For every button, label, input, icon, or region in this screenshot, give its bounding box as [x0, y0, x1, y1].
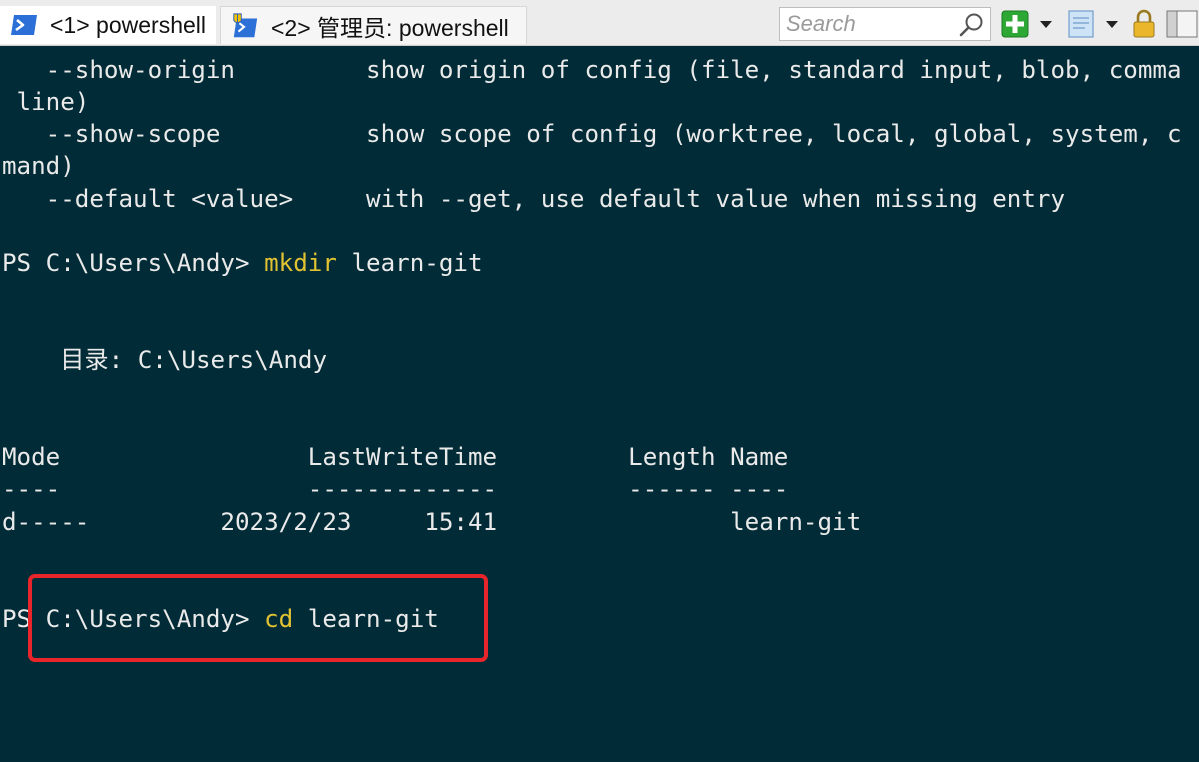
command-args: learn-git: [336, 249, 483, 277]
console-line: line): [2, 88, 90, 116]
powershell-icon: [10, 12, 38, 38]
console-line: --default <value> with --get, use defaul…: [2, 185, 1066, 213]
command-name: mkdir: [264, 249, 337, 277]
search-input[interactable]: [786, 11, 956, 37]
admin-shield-icon: [231, 12, 259, 39]
table-header: Mode LastWriteTime Length Name: [2, 443, 789, 471]
search-box[interactable]: [779, 7, 991, 41]
dropdown-arrow-icon[interactable]: [1036, 8, 1056, 40]
panel-icon[interactable]: [1164, 8, 1199, 40]
directory-header: 目录: C:\Users\Andy: [2, 346, 328, 374]
table-separator: ---- ------------- ------ ----: [2, 475, 789, 503]
tab-label: <2> 管理员: powershell: [271, 14, 509, 41]
console-line: --show-scope show scope of config (workt…: [2, 120, 1182, 148]
dropdown-arrow-icon[interactable]: [1102, 8, 1122, 40]
prompt-text: PS C:\Users\Andy>: [2, 249, 265, 277]
console-line: mand): [2, 152, 75, 180]
annotation-highlight-box: [28, 574, 488, 662]
tab-powershell-admin[interactable]: <2> 管理员: powershell: [220, 6, 527, 44]
add-console-icon[interactable]: [999, 8, 1031, 40]
document-icon[interactable]: [1065, 8, 1097, 40]
search-icon[interactable]: [958, 11, 986, 39]
tab-label: <1> powershell: [50, 11, 206, 38]
tab-bar: <1> powershell <2> 管理员: powershell: [0, 0, 1199, 46]
console-line: --show-origin show origin of config (fil…: [2, 56, 1182, 84]
lock-icon[interactable]: [1129, 8, 1159, 40]
table-row: d----- 2023/2/23 15:41 learn-git: [2, 508, 862, 536]
tab-powershell-1[interactable]: <1> powershell: [0, 6, 216, 44]
prompt-line: PS C:\Users\Andy> mkdir learn-git: [2, 247, 483, 279]
